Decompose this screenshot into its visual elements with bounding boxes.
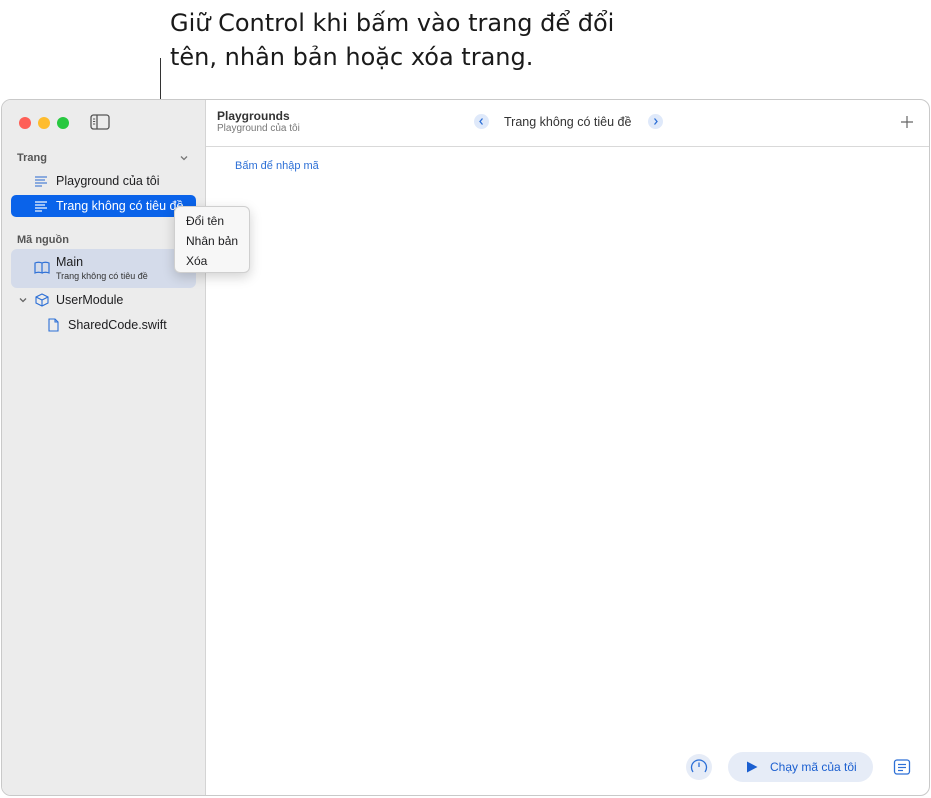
- chevron-down-icon[interactable]: [17, 294, 29, 306]
- menu-item-duplicate[interactable]: Nhân bản: [186, 234, 238, 248]
- close-window-button[interactable]: [19, 117, 31, 129]
- previous-page-button[interactable]: [474, 114, 489, 129]
- next-page-button[interactable]: [648, 114, 663, 129]
- zoom-window-button[interactable]: [57, 117, 69, 129]
- file-icon: [48, 318, 59, 332]
- sidebar-item-label: Playground của tôi: [56, 174, 160, 188]
- sidebar-item-page-1[interactable]: Playground của tôi: [11, 170, 196, 192]
- speed-button[interactable]: [686, 754, 712, 780]
- sidebar-toggle-icon[interactable]: [90, 114, 110, 130]
- playgrounds-window: Trang Playground của tôi Trang không có …: [1, 99, 930, 796]
- main-item-label: Main: [56, 255, 84, 269]
- menu-item-delete[interactable]: Xóa: [186, 254, 207, 268]
- document-icon[interactable]: [892, 757, 912, 777]
- sharedcode-label: SharedCode.swift: [68, 318, 167, 332]
- minimize-window-button[interactable]: [38, 117, 50, 129]
- chevron-down-icon[interactable]: [178, 152, 190, 164]
- chevron-right-icon: [654, 118, 658, 125]
- code-editor-placeholder[interactable]: Bấm để nhập mã: [235, 160, 319, 172]
- sidebar-item-sharedcode[interactable]: SharedCode.swift: [11, 315, 196, 335]
- play-icon: [747, 761, 758, 773]
- context-menu: Đổi tên Nhân bản Xóa: [174, 206, 250, 273]
- pages-section-header: Trang: [17, 152, 47, 164]
- run-code-label: Chạy mã của tôi: [770, 760, 857, 774]
- sidebar: Trang Playground của tôi Trang không có …: [2, 100, 206, 795]
- sidebar-item-page-2[interactable]: Trang không có tiêu đề: [11, 195, 196, 217]
- main-item-sublabel: Trang không có tiêu đề: [56, 271, 148, 281]
- app-title: Playgrounds: [217, 109, 290, 123]
- page-title: Trang không có tiêu đề: [504, 115, 632, 129]
- sidebar-item-label: Trang không có tiêu đề: [56, 199, 184, 213]
- callout-annotation: Giữ Control khi bấm vào trang để đổi tên…: [170, 6, 730, 74]
- callout-line-2: tên, nhân bản hoặc xóa trang.: [170, 43, 534, 71]
- app-subtitle: Playground của tôi: [217, 123, 300, 134]
- book-icon: [34, 261, 50, 274]
- sidebar-item-usermodule[interactable]: UserModule: [11, 290, 196, 310]
- menu-item-rename[interactable]: Đổi tên: [186, 214, 224, 228]
- cube-icon: [35, 293, 49, 307]
- text-lines-icon: [35, 176, 47, 187]
- callout-line-1: Giữ Control khi bấm vào trang để đổi: [170, 9, 615, 37]
- add-icon[interactable]: [899, 114, 915, 130]
- chevron-left-icon: [479, 118, 483, 125]
- sidebar-item-main[interactable]: Main Trang không có tiêu đề: [11, 249, 196, 288]
- text-lines-icon: [35, 201, 47, 212]
- main-area: Playgrounds Playground của tôi Trang khô…: [206, 100, 929, 795]
- usermodule-label: UserModule: [56, 293, 124, 307]
- sources-section-header: Mã nguồn: [17, 234, 69, 246]
- toolbar: Playgrounds Playground của tôi Trang khô…: [206, 100, 929, 147]
- run-code-button[interactable]: Chạy mã của tôi: [728, 752, 873, 782]
- gauge-icon: [690, 759, 708, 773]
